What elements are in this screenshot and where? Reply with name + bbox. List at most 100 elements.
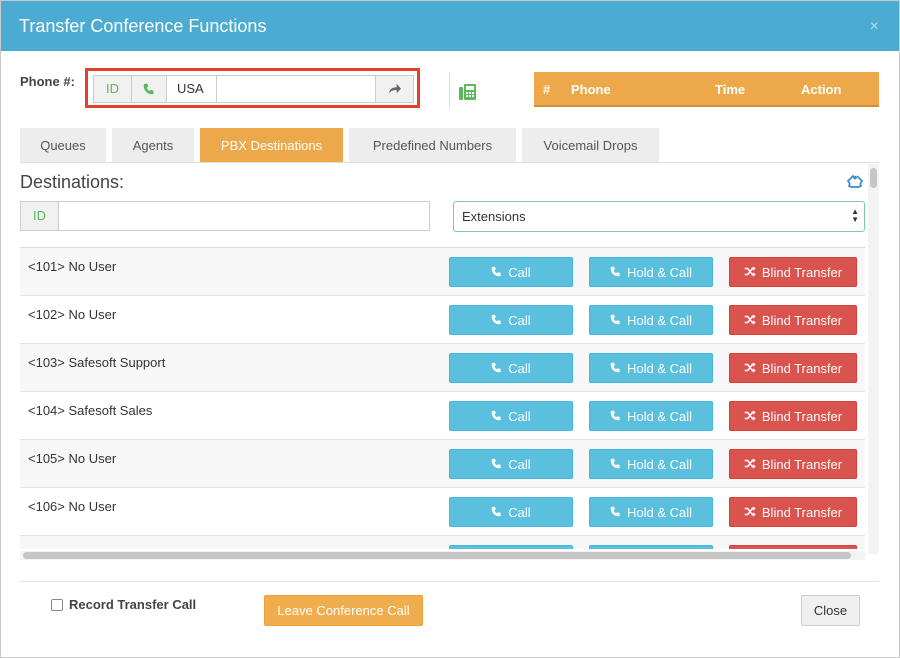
tab-agents[interactable]: Agents (112, 128, 194, 163)
call-button[interactable]: Call (449, 305, 573, 335)
select-arrows-icon: ▲ ▼ (851, 207, 859, 224)
destination-label: <105> No User (28, 451, 117, 466)
hold-call-button-label: Hold & Call (626, 264, 693, 280)
hold-call-button-label: Hold & Call (626, 360, 693, 376)
col-phone: Phone (571, 82, 611, 97)
blind-transfer-button[interactable]: Blind Transfer (729, 497, 857, 527)
hold-and-call-button[interactable]: Hold & Call (589, 353, 713, 383)
phone-icon (610, 313, 621, 328)
phone-input-group: ID USA (85, 68, 420, 108)
col-num: # (543, 82, 551, 97)
blind-transfer-button-label: Blind Transfer (761, 456, 843, 472)
call-button[interactable]: Call (449, 545, 573, 549)
call-button[interactable]: Call (449, 401, 573, 431)
phone-icon (491, 505, 502, 520)
call-button-label: Call (508, 504, 531, 520)
leave-conference-button[interactable]: Leave Conference Call (264, 595, 423, 626)
hold-call-button-label: Hold & Call (626, 504, 693, 520)
vertical-scrollbar-thumb[interactable] (870, 168, 877, 188)
phone-country[interactable]: USA (167, 75, 217, 103)
send-arrow-icon[interactable] (376, 75, 414, 103)
call-button-label: Call (508, 408, 531, 424)
tab-voicemail-drops[interactable]: Voicemail Drops (522, 128, 659, 163)
divider (449, 72, 450, 108)
destination-filter-input[interactable] (58, 201, 430, 231)
tab-predefined-numbers[interactable]: Predefined Numbers (349, 128, 516, 163)
blind-transfer-button[interactable]: Blind Transfer (729, 401, 857, 431)
hold-call-button-label: Hold & Call (626, 456, 693, 472)
destinations-list: <101> No User Call Hold & Call Blind Transf… (20, 247, 865, 549)
destination-label: <101> No User (28, 259, 117, 274)
record-transfer-label: Record Transfer Call (69, 597, 197, 612)
destination-label: <102> No User (28, 307, 117, 322)
shuffle-icon (744, 409, 756, 424)
destination-type-select[interactable]: Extensions ▲ ▼ (453, 201, 865, 232)
col-action: Action (801, 82, 842, 97)
phone-icon (491, 313, 502, 328)
hold-and-call-button[interactable]: Hold & Call (589, 449, 713, 479)
call-button[interactable]: Call (449, 353, 573, 383)
hold-call-button-label: Hold & Call (626, 408, 693, 424)
vertical-scrollbar[interactable] (868, 164, 879, 554)
tab-queues[interactable]: Queues (20, 128, 106, 163)
phone-icon (610, 505, 621, 520)
close-icon[interactable]: × (870, 18, 879, 36)
destination-label: <104> Safesoft Sales (28, 403, 153, 418)
destinations-title: Destinations: (20, 172, 125, 192)
blind-transfer-button-label: Blind Transfer (761, 408, 843, 424)
hold-and-call-button[interactable]: Hold & Call (589, 497, 713, 527)
col-time: Time (715, 82, 746, 97)
call-button-label: Call (508, 456, 531, 472)
hold-call-button-label: Hold & Call (626, 312, 693, 328)
hold-and-call-button[interactable]: Hold & Call (589, 305, 713, 335)
destination-row: <102> No User Call Hold & Call Blind Transf… (20, 296, 865, 344)
destination-row: <105> No User Call Hold & Call Blind Transf… (20, 440, 865, 488)
call-button[interactable]: Call (449, 449, 573, 479)
phone-number-input[interactable] (217, 75, 376, 103)
close-button[interactable]: Close (801, 595, 860, 626)
destination-label: <106> No User (28, 499, 117, 514)
destination-label: <103> Safesoft Support (28, 355, 166, 370)
call-button-label: Call (508, 360, 531, 376)
blind-transfer-button[interactable]: Blind Transfer (729, 257, 857, 287)
destination-type-selected: Extensions (462, 209, 526, 224)
horizontal-scrollbar[interactable] (20, 551, 865, 560)
destination-row: <104> Safesoft Sales Call Hold & Call Blind… (20, 392, 865, 440)
shuffle-icon (744, 457, 756, 472)
shuffle-icon (744, 361, 756, 376)
phone-icon (491, 265, 502, 280)
call-button-label: Call (508, 264, 531, 280)
record-transfer-checkbox[interactable] (51, 599, 63, 611)
blind-transfer-button[interactable]: Blind Transfer (729, 449, 857, 479)
call-button[interactable]: Call (449, 257, 573, 287)
hold-and-call-button[interactable]: Hold & Call (589, 401, 713, 431)
phone-icon (610, 457, 621, 472)
call-button-label: Call (508, 312, 531, 328)
shuffle-icon (744, 313, 756, 328)
blind-transfer-button-label: Blind Transfer (761, 264, 843, 280)
phone-icon (491, 361, 502, 376)
phone-icon (610, 409, 621, 424)
phone-icon[interactable] (131, 75, 167, 103)
horizontal-scrollbar-thumb[interactable] (23, 552, 851, 559)
phone-icon (491, 409, 502, 424)
call-button[interactable]: Call (449, 497, 573, 527)
phone-id-addon[interactable]: ID (93, 75, 131, 103)
destination-row: <106> No User Call Hold & Call Blind Transf… (20, 488, 865, 536)
blind-transfer-button[interactable]: Blind Transfer (729, 353, 857, 383)
phone-icon (491, 457, 502, 472)
hold-and-call-button[interactable]: Hold & Call (589, 545, 713, 549)
hold-and-call-button[interactable]: Hold & Call (589, 257, 713, 287)
shuffle-icon (744, 505, 756, 520)
destination-row: <103> Safesoft Support Call Hold & Call Bli… (20, 344, 865, 392)
tab-pbx-destinations[interactable]: PBX Destinations (200, 128, 343, 163)
fax-icon[interactable] (459, 83, 477, 104)
destination-row: <101> No User Call Hold & Call Blind Transf… (20, 248, 865, 296)
filter-id-addon: ID (20, 201, 59, 231)
phone-icon (610, 265, 621, 280)
destination-label: <107> No User (28, 547, 116, 549)
modal-header: Transfer Conference Functions × (1, 1, 899, 51)
blind-transfer-button[interactable]: Blind Transfer (729, 545, 857, 549)
blind-transfer-button[interactable]: Blind Transfer (729, 305, 857, 335)
refresh-icon[interactable] (846, 173, 864, 194)
